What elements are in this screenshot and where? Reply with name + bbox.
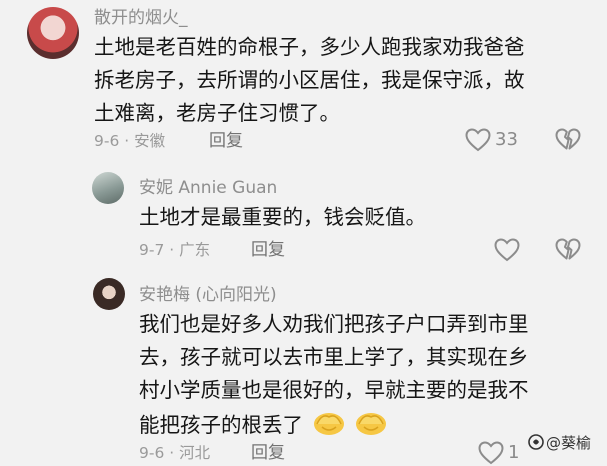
comment-text-line: 土地才是最重要的，钱会贬值。 — [139, 205, 426, 229]
like-button[interactable]: 1 — [478, 441, 519, 465]
comment-text-block: 能把孩子的根丢了 — [139, 407, 388, 445]
comment-text-line: 拆老房子，去所谓的小区居住，我是保守派，故 — [94, 68, 525, 92]
avatar[interactable] — [93, 278, 125, 310]
comment-date-location: 9-6 · 安徽 — [94, 132, 166, 150]
broken-heart-icon — [555, 128, 581, 150]
comment-author[interactable]: 安妮 Annie Guan — [139, 178, 277, 198]
reply-button[interactable]: 回复 — [251, 240, 285, 260]
comment-author[interactable]: 安艳梅 (心向阳光) — [139, 285, 277, 305]
like-button[interactable]: 33 — [465, 128, 518, 152]
cupped-hands-emoji-icon — [354, 407, 388, 445]
heart-outline-icon — [465, 128, 491, 152]
comment-text-line: 土难离，老房子住习惯了。 — [94, 101, 340, 125]
comment-date-location: 9-6 · 河北 — [139, 444, 211, 462]
comment-text-line: 土地是老百姓的命根子，多少人跑我家劝我爸爸 — [94, 35, 525, 59]
reply-button[interactable]: 回复 — [251, 443, 285, 463]
watermark: @葵榆 — [528, 432, 591, 454]
watermark-text: @葵榆 — [546, 434, 592, 452]
dislike-button[interactable] — [555, 128, 581, 156]
avatar[interactable] — [92, 172, 124, 204]
comment-1: 散开的烟火_ 土地是老百姓的命根子，多少人跑我家劝我爸爸 拆老房子，去所谓的小区… — [0, 0, 607, 165]
comment-date-location: 9-7 · 广东 — [139, 241, 211, 259]
broken-heart-icon — [555, 238, 581, 260]
heart-outline-icon — [478, 441, 504, 465]
comment-author[interactable]: 散开的烟火_ — [94, 8, 188, 28]
comment-text-line: 能把孩子的根丢了 — [139, 413, 303, 437]
heart-outline-icon — [494, 238, 520, 262]
like-count: 33 — [495, 129, 518, 150]
comment-3: 安艳梅 (心向阳光) 我们也是好多人劝我们把孩子户口弄到市里 去，孩子就可以去市… — [0, 265, 607, 466]
reply-button[interactable]: 回复 — [209, 131, 243, 151]
like-button[interactable] — [494, 238, 524, 262]
comment-2: 安妮 Annie Guan 土地才是最重要的，钱会贬值。 9-7 · 广东 回复 — [0, 165, 607, 265]
watermark-logo-icon — [528, 433, 544, 454]
comment-text-line: 村小学质量也是很好的，早就主要的是我不 — [139, 378, 529, 402]
like-count: 1 — [508, 442, 520, 463]
cupped-hands-emoji-icon — [312, 407, 346, 445]
comment-text-line: 我们也是好多人劝我们把孩子户口弄到市里 — [139, 312, 529, 336]
comment-text-line: 去，孩子就可以去市里上学了，其实现在乡 — [139, 345, 529, 369]
dislike-button[interactable] — [555, 238, 581, 266]
avatar[interactable] — [27, 7, 79, 59]
